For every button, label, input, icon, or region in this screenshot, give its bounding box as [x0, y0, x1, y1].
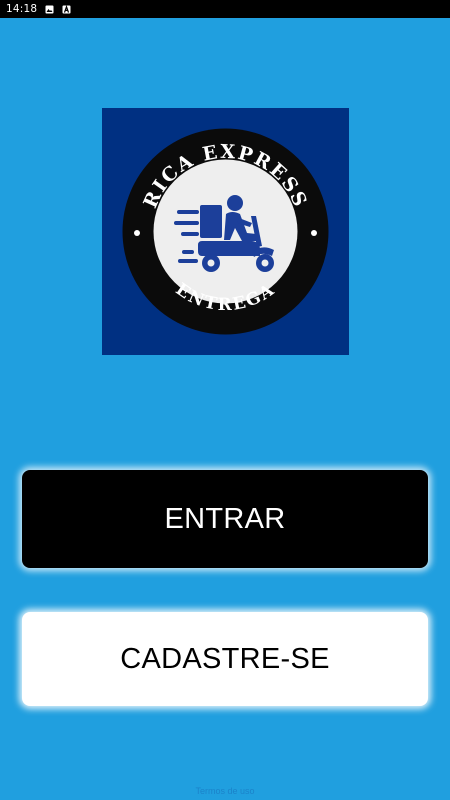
- terms-link[interactable]: Termos de uso: [0, 786, 450, 796]
- logo-dot-right: [311, 230, 317, 236]
- status-bar: 14:18: [0, 0, 450, 18]
- text-a-icon: [62, 4, 71, 14]
- image-icon: [45, 5, 54, 14]
- register-button[interactable]: CADASTRE-SE: [22, 612, 428, 706]
- app-logo: RICA EXPRESS ENTREGA: [102, 108, 349, 355]
- enter-button[interactable]: ENTRAR: [22, 470, 428, 568]
- logo-dot-left: [134, 230, 140, 236]
- status-time: 14:18: [6, 3, 38, 15]
